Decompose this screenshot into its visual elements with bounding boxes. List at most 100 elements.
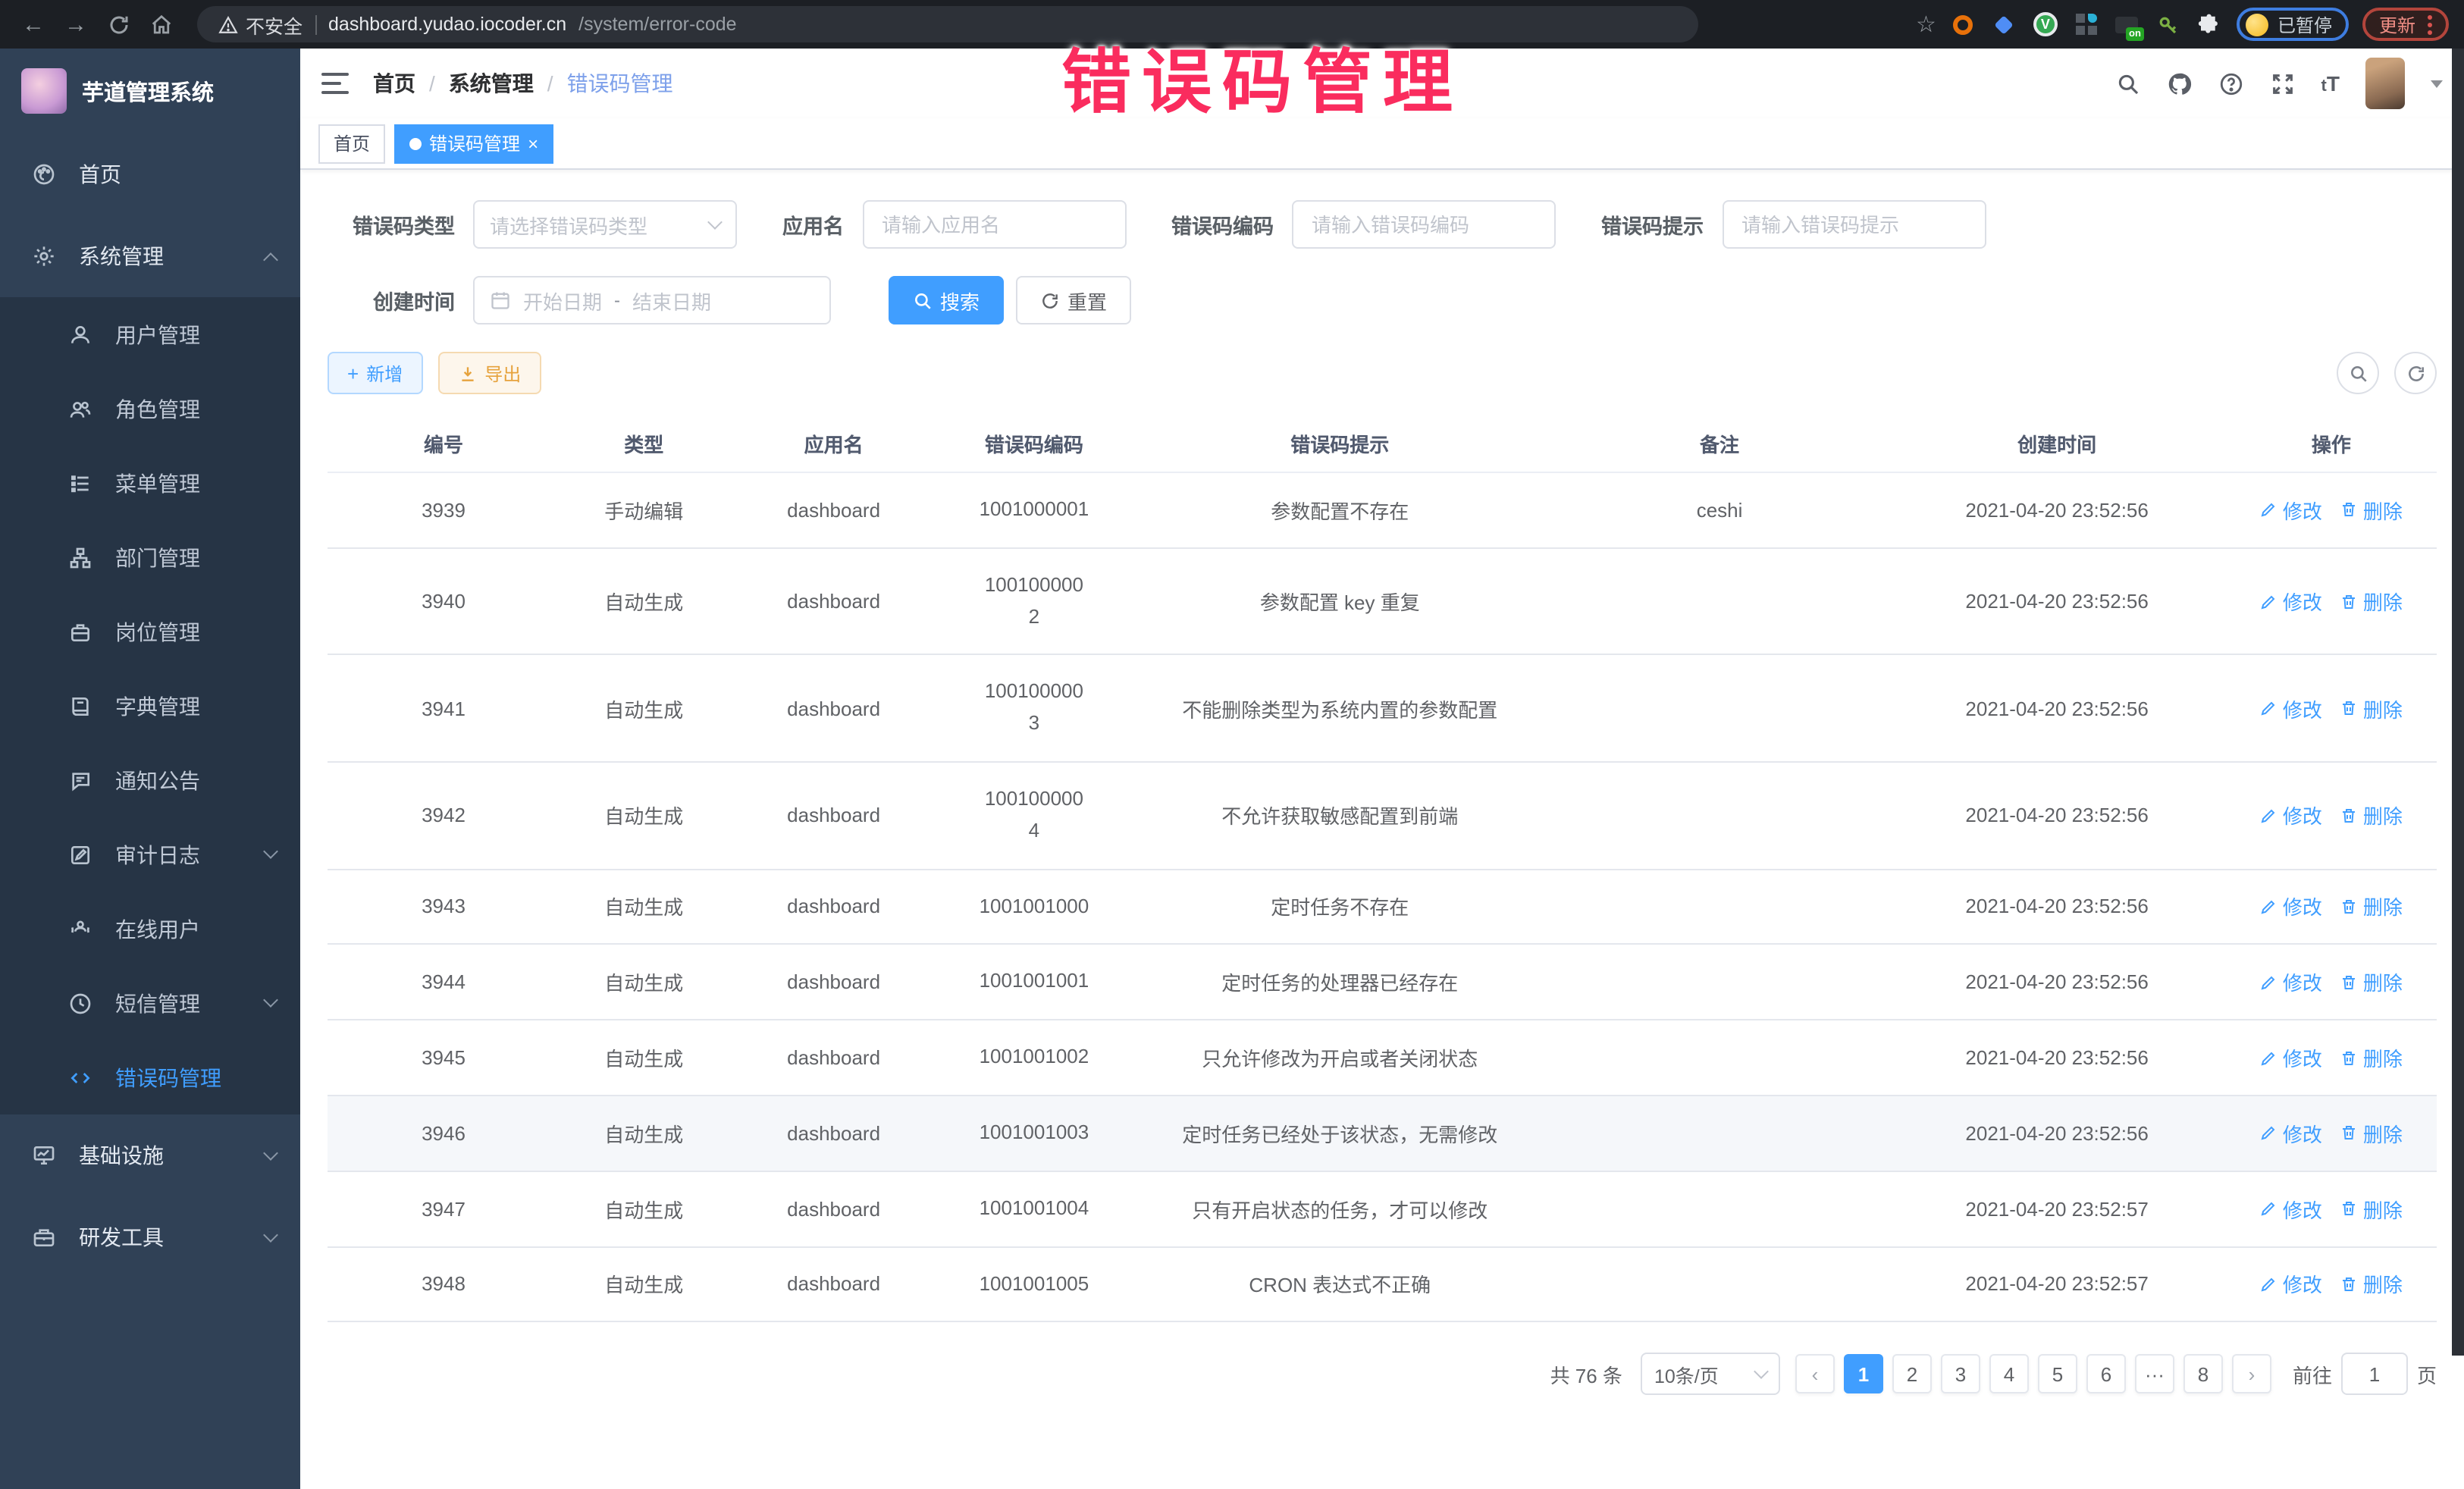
delete-link[interactable]: 删除 xyxy=(2340,1043,2403,1072)
goto-page-input[interactable] xyxy=(2341,1353,2408,1396)
sidebar-item-tools[interactable]: 研发工具 xyxy=(0,1196,300,1278)
delete-link[interactable]: 删除 xyxy=(2340,496,2403,525)
extension-tampermonkey-icon[interactable]: on xyxy=(2114,11,2141,38)
app-name-input[interactable] xyxy=(862,200,1126,249)
error-message-input[interactable] xyxy=(1722,200,1986,249)
address-bar[interactable]: 不安全 dashboard.yudao.iocoder.cn/system/er… xyxy=(197,6,1698,42)
edit-link[interactable]: 修改 xyxy=(2260,968,2322,997)
page-button-3[interactable]: 3 xyxy=(1941,1355,1980,1394)
error-message-label: 错误码提示 xyxy=(1601,209,1704,240)
sidebar-item-role[interactable]: 角色管理 xyxy=(0,371,300,446)
back-icon[interactable]: ← xyxy=(15,6,52,42)
browser-update-button[interactable]: 更新 xyxy=(2362,8,2449,41)
extensions-puzzle-icon[interactable] xyxy=(2196,11,2223,38)
edit-link[interactable]: 修改 xyxy=(2260,1270,2322,1299)
delete-link[interactable]: 删除 xyxy=(2340,892,2403,921)
toggle-search-button[interactable] xyxy=(2337,352,2379,394)
sidebar-item-dict[interactable]: 字典管理 xyxy=(0,669,300,743)
page-size-select[interactable]: 10条/页 xyxy=(1641,1353,1780,1396)
extension-green-v-icon[interactable]: V xyxy=(2032,11,2059,38)
delete-link[interactable]: 删除 xyxy=(2340,801,2403,830)
sidebar-item-notice[interactable]: 通知公告 xyxy=(0,743,300,817)
refresh-table-button[interactable] xyxy=(2394,352,2437,394)
prev-page-button[interactable]: ‹ xyxy=(1795,1355,1835,1394)
app-logo-row[interactable]: 芋道管理系统 xyxy=(0,49,300,133)
tab-error-code[interactable]: 错误码管理 × xyxy=(394,124,553,163)
reload-icon[interactable] xyxy=(100,6,136,42)
sidebar-item-sms[interactable]: 短信管理 xyxy=(0,966,300,1040)
fullscreen-icon[interactable] xyxy=(2270,71,2296,96)
insecure-warning-icon[interactable]: 不安全 xyxy=(218,10,303,39)
page-button-2[interactable]: 2 xyxy=(1892,1355,1932,1394)
cell-actions: 修改删除 xyxy=(2226,548,2437,655)
delete-link[interactable]: 删除 xyxy=(2340,1270,2403,1299)
cell-code: 1001001000 xyxy=(939,869,1129,945)
active-tab-dot xyxy=(409,137,422,149)
search-icon[interactable] xyxy=(2115,71,2141,96)
page-ellipsis[interactable]: ··· xyxy=(2135,1355,2174,1394)
sidebar-item-system[interactable]: 系统管理 xyxy=(0,215,300,297)
edit-link[interactable]: 修改 xyxy=(2260,892,2322,921)
table-row: 3946自动生成dashboard1001001003定时任务已经处于该状态，无… xyxy=(328,1096,2437,1171)
edit-link[interactable]: 修改 xyxy=(2260,1043,2322,1072)
cell-app: dashboard xyxy=(729,548,939,655)
error-type-select[interactable]: 请选择错误码类型 xyxy=(473,200,737,249)
date-range-picker[interactable]: 开始日期 - 结束日期 xyxy=(473,276,831,324)
breadcrumb-system[interactable]: 系统管理 xyxy=(449,68,534,99)
extension-grid-drop-icon[interactable] xyxy=(2073,11,2100,38)
sidebar-item-user[interactable]: 用户管理 xyxy=(0,297,300,371)
extension-orange-ring-icon[interactable] xyxy=(1950,11,1977,38)
edit-link[interactable]: 修改 xyxy=(2260,1119,2322,1148)
delete-link[interactable]: 删除 xyxy=(2340,1194,2403,1223)
bookmark-star-icon[interactable]: ☆ xyxy=(1916,11,1936,38)
search-button[interactable]: 搜索 xyxy=(889,276,1004,324)
user-avatar[interactable] xyxy=(2365,58,2405,109)
tab-home[interactable]: 首页 xyxy=(318,124,385,163)
delete-link[interactable]: 删除 xyxy=(2340,587,2403,616)
page-button-1[interactable]: 1 xyxy=(1844,1355,1883,1394)
edit-link[interactable]: 修改 xyxy=(2260,587,2322,616)
sidebar-item-online[interactable]: 在线用户 xyxy=(0,892,300,966)
help-icon[interactable] xyxy=(2218,71,2244,96)
chevron-down-icon[interactable] xyxy=(2431,80,2443,87)
add-button[interactable]: + 新增 xyxy=(328,352,422,394)
page-button-8[interactable]: 8 xyxy=(2183,1355,2223,1394)
cell-id: 3944 xyxy=(328,945,560,1020)
delete-link[interactable]: 删除 xyxy=(2340,968,2403,997)
next-page-button[interactable]: › xyxy=(2232,1355,2271,1394)
home-icon[interactable] xyxy=(143,6,179,42)
trash-icon xyxy=(2340,592,2359,610)
hamburger-icon[interactable] xyxy=(321,73,349,94)
close-icon[interactable]: × xyxy=(528,134,538,152)
reset-button[interactable]: 重置 xyxy=(1016,276,1131,324)
page-scrollbar[interactable] xyxy=(2452,49,2464,1356)
edit-link[interactable]: 修改 xyxy=(2260,496,2322,525)
cell-id: 3945 xyxy=(328,1020,560,1096)
cell-remark xyxy=(1551,869,1889,945)
export-button[interactable]: 导出 xyxy=(437,352,541,394)
edit-link[interactable]: 修改 xyxy=(2260,801,2322,830)
error-code-input[interactable] xyxy=(1292,200,1556,249)
sidebar-item-audit[interactable]: 审计日志 xyxy=(0,817,300,892)
extension-blue-gem-icon[interactable] xyxy=(1991,11,2018,38)
sidebar-item-infra[interactable]: 基础设施 xyxy=(0,1114,300,1196)
page-button-5[interactable]: 5 xyxy=(2038,1355,2077,1394)
sidebar-item-post[interactable]: 岗位管理 xyxy=(0,594,300,669)
breadcrumb-home[interactable]: 首页 xyxy=(373,68,415,99)
sidebar-item-label: 首页 xyxy=(79,159,121,190)
sidebar-item-menu[interactable]: 菜单管理 xyxy=(0,446,300,520)
extension-green-key-icon[interactable] xyxy=(2155,11,2182,38)
delete-link[interactable]: 删除 xyxy=(2340,694,2403,723)
sidebar-item-errorcode[interactable]: 错误码管理 xyxy=(0,1040,300,1114)
github-icon[interactable] xyxy=(2167,71,2193,96)
browser-profile-badge[interactable]: 已暂停 xyxy=(2237,8,2349,41)
forward-icon[interactable]: → xyxy=(58,6,94,42)
font-size-icon[interactable]: tT xyxy=(2321,71,2340,96)
edit-link[interactable]: 修改 xyxy=(2260,1194,2322,1223)
page-button-6[interactable]: 6 xyxy=(2086,1355,2126,1394)
sidebar-item-home[interactable]: 首页 xyxy=(0,133,300,215)
edit-link[interactable]: 修改 xyxy=(2260,694,2322,723)
sidebar-item-dept[interactable]: 部门管理 xyxy=(0,520,300,594)
delete-link[interactable]: 删除 xyxy=(2340,1119,2403,1148)
page-button-4[interactable]: 4 xyxy=(1989,1355,2029,1394)
